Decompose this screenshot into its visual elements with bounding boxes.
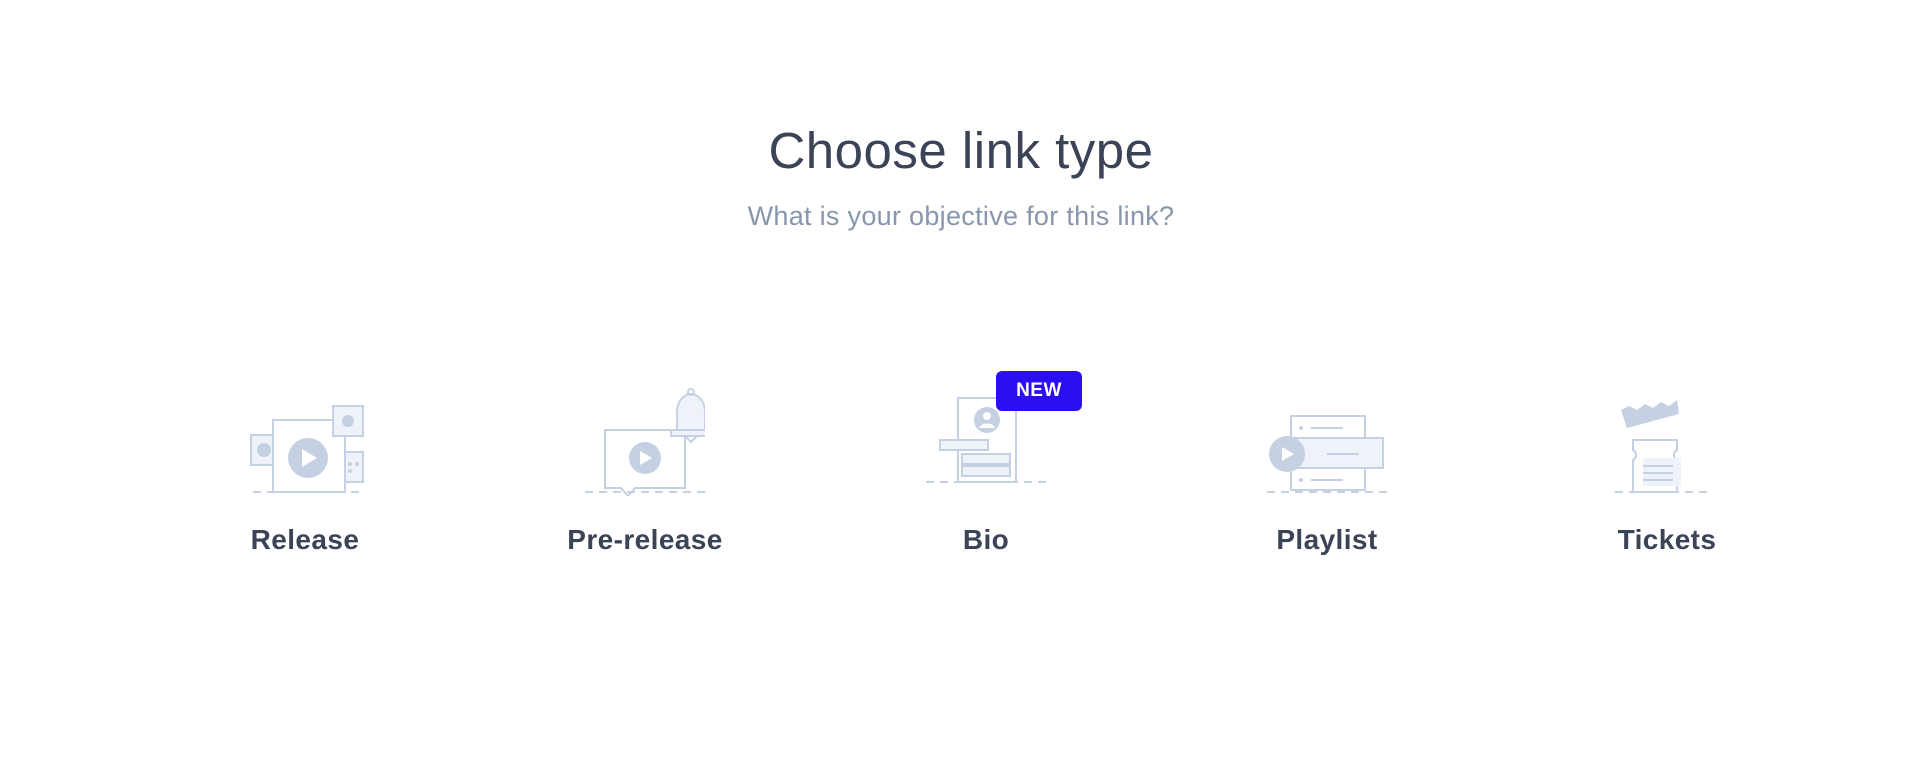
link-type-release[interactable]: Release: [185, 370, 425, 570]
page-subtitle: What is your objective for this link?: [747, 201, 1175, 231]
link-type-label: Playlist: [1276, 524, 1378, 555]
link-type-label: Tickets: [1617, 524, 1717, 555]
link-type-playlist[interactable]: Playlist: [1207, 370, 1447, 570]
link-type-label: Pre-release: [567, 524, 723, 555]
release-icon: [245, 370, 365, 496]
choose-link-type-page: Choose link type What is your objective …: [0, 0, 1922, 778]
link-type-label: Release: [250, 524, 360, 555]
link-type-label: Bio: [962, 524, 1010, 555]
pre-release-icon: [585, 370, 705, 496]
link-type-tickets[interactable]: Tickets: [1547, 370, 1787, 570]
tickets-icon: [1607, 370, 1727, 496]
playlist-icon: [1267, 370, 1387, 496]
page-title: Choose link type: [768, 122, 1154, 179]
link-type-options: Release Pre-release Bio Playlist Tickets: [0, 370, 1922, 570]
link-type-pre-release[interactable]: Pre-release: [525, 370, 765, 570]
new-badge: NEW: [996, 371, 1082, 411]
